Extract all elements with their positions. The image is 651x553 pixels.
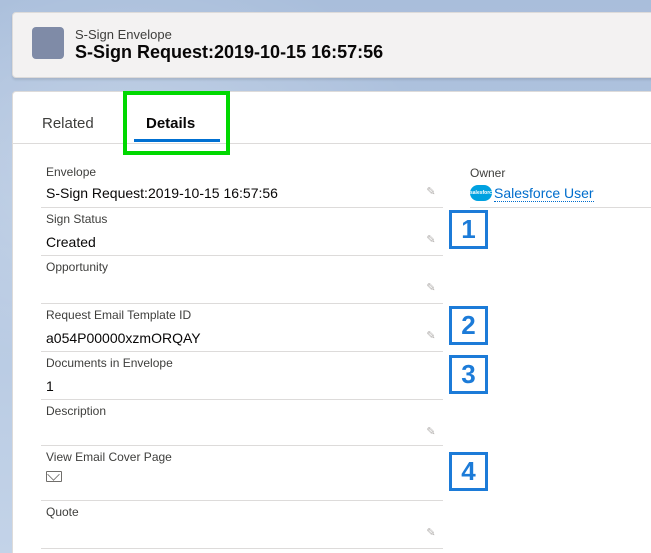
active-tab-indicator <box>134 139 220 142</box>
field-label: Description <box>46 404 107 418</box>
field-label: View Email Cover Page <box>46 450 172 464</box>
details-card: Related Details Envelope S-Sign Request:… <box>12 91 651 553</box>
field-value: S-Sign Request:2019-10-15 16:57:56 <box>46 185 278 201</box>
field-documents-in-envelope: Documents in Envelope 1 <box>41 352 443 400</box>
field-value: Created <box>46 234 96 250</box>
edit-pencil-icon[interactable]: ✎ <box>425 330 437 342</box>
callout-badge-2: 2 <box>449 306 488 345</box>
field-label: Quote <box>46 505 79 519</box>
field-label: Documents in Envelope <box>46 356 173 370</box>
record-title: S-Sign Request:2019-10-15 16:57:56 <box>75 42 384 62</box>
edit-pencil-icon[interactable]: ✎ <box>425 527 437 539</box>
field-description: Description ✎ <box>41 400 443 446</box>
field-request-email-template-id: Request Email Template ID a054P00000xzmO… <box>41 304 443 352</box>
edit-pencil-icon[interactable]: ✎ <box>425 282 437 294</box>
edit-pencil-icon[interactable]: ✎ <box>425 426 437 438</box>
field-envelope: Envelope S-Sign Request:2019-10-15 16:57… <box>41 155 443 208</box>
edit-pencil-icon[interactable]: ✎ <box>425 186 437 198</box>
field-value: 1 <box>46 378 54 394</box>
field-label: Envelope <box>46 165 97 179</box>
edit-pencil-icon[interactable]: ✎ <box>425 234 437 246</box>
envelope-icon[interactable] <box>46 471 62 482</box>
field-opportunity: Opportunity ✎ <box>41 256 443 304</box>
callout-badge-4: 4 <box>449 452 488 491</box>
record-object-type: S-Sign Envelope <box>75 27 172 42</box>
field-label: Sign Status <box>46 212 108 226</box>
owner-link[interactable]: Salesforce User <box>494 185 594 202</box>
tab-related[interactable]: Related <box>42 115 94 132</box>
callout-badge-3: 3 <box>449 355 488 394</box>
field-owner: salesforce Salesforce User <box>470 183 651 208</box>
owner-label: Owner <box>470 166 506 180</box>
field-label: Opportunity <box>46 260 109 274</box>
field-label: Request Email Template ID <box>46 308 192 322</box>
envelope-object-icon <box>32 27 64 59</box>
record-header: S-Sign Envelope S-Sign Request:2019-10-1… <box>12 12 651 78</box>
salesforce-logo-icon: salesforce <box>470 185 495 201</box>
field-sign-status: Sign Status Created ✎ <box>41 208 443 256</box>
callout-badge-1: 1 <box>449 210 488 249</box>
tab-details[interactable]: Details <box>146 115 195 132</box>
field-value: a054P00000xzmORQAY <box>46 330 201 346</box>
field-view-email-cover-page: View Email Cover Page <box>41 446 443 501</box>
tab-bar: Related Details <box>13 92 651 144</box>
field-quote: Quote ✎ <box>41 501 443 549</box>
